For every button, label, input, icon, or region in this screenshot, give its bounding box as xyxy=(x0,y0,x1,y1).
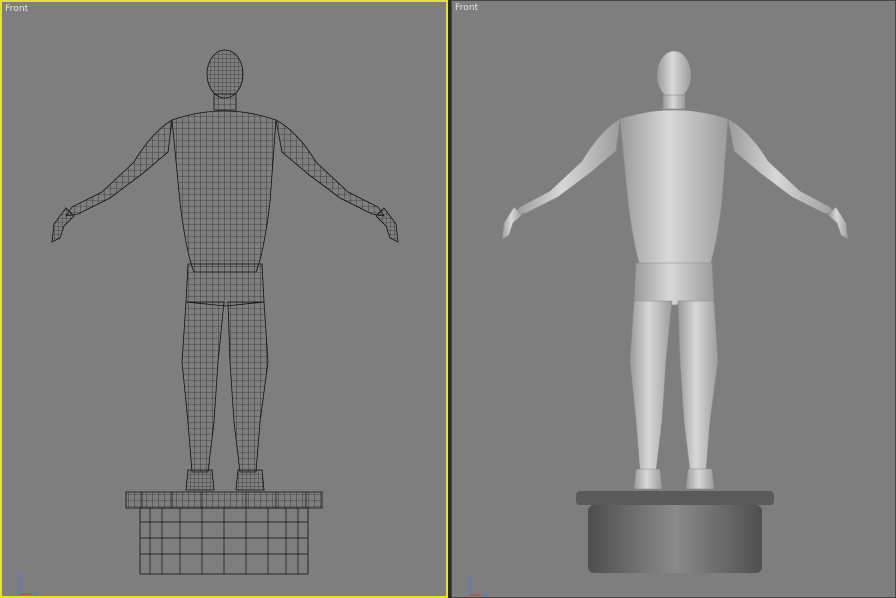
axis-gizmo: z x xyxy=(467,573,488,597)
axis-z-label: z xyxy=(17,572,21,581)
axis-z-label: z xyxy=(467,573,471,582)
viewport-front-wireframe[interactable]: Front z x xyxy=(0,0,448,598)
wireframe-figure[interactable] xyxy=(2,2,446,596)
axis-gizmo: z x xyxy=(17,572,38,596)
axis-x-label: x xyxy=(483,590,488,597)
axis-x-label: x xyxy=(33,589,38,596)
viewport-front-shaded[interactable]: Front z x xyxy=(451,0,896,598)
shaded-figure[interactable] xyxy=(452,1,895,597)
